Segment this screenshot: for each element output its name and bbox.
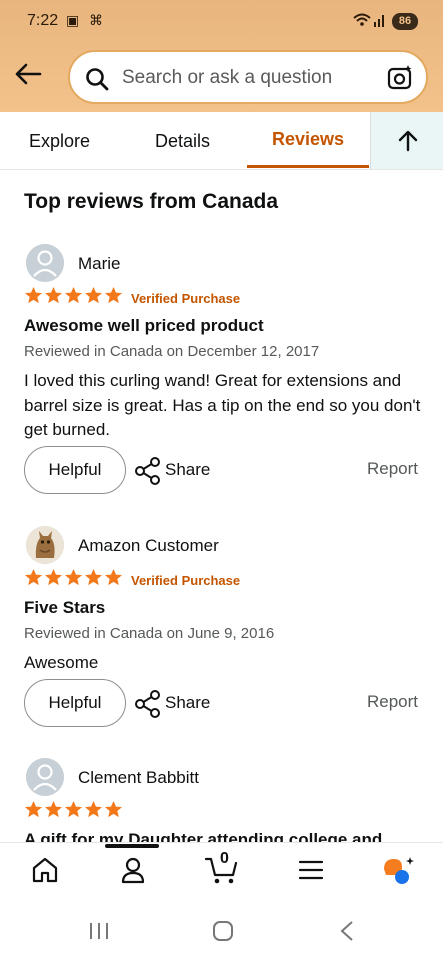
star-icon	[44, 800, 63, 818]
star-rating	[24, 286, 124, 308]
notification-icons: ▣ ⌘	[66, 12, 107, 28]
search-input[interactable]: Search or ask a question	[122, 67, 332, 89]
review-date: Reviewed in Canada on June 9, 2016	[24, 625, 275, 642]
camera-lens-icon[interactable]	[386, 64, 414, 97]
section-title: Top reviews from Canada	[24, 190, 279, 213]
scroll-to-top-button[interactable]	[370, 112, 443, 169]
header: 7:22 ▣ ⌘ 86 Search or ask a question	[0, 0, 443, 112]
active-tab-indicator	[247, 165, 369, 168]
wifi-signal-icon	[352, 12, 386, 31]
share-icon	[135, 690, 160, 718]
battery-indicator: 86	[392, 13, 418, 30]
tab-bar: Explore Details Reviews	[0, 112, 443, 170]
star-icon	[104, 286, 123, 304]
helpful-button[interactable]: Helpful	[24, 446, 126, 494]
share-label: Share	[165, 693, 211, 712]
report-link[interactable]: Report	[367, 459, 418, 479]
tab-details[interactable]: Details	[155, 131, 210, 152]
star-icon	[104, 800, 123, 818]
review-card: Clement Babbitt A gift for my Daughter a…	[0, 758, 443, 842]
verified-purchase-badge: Verified Purchase	[131, 573, 241, 588]
rufus-assistant-icon[interactable]	[380, 853, 416, 894]
review-body: I loved this curling wand! Great for ext…	[24, 371, 421, 439]
recent-apps-icon[interactable]	[88, 921, 110, 941]
star-icon	[64, 568, 83, 586]
cart-icon[interactable]: 0	[204, 850, 240, 892]
gesture-bar	[105, 844, 159, 848]
review-author[interactable]: Amazon Customer	[78, 536, 219, 556]
review-title[interactable]: Awesome well priced product	[24, 316, 264, 336]
star-icon	[24, 286, 43, 304]
star-icon	[84, 800, 103, 818]
back-system-icon[interactable]	[337, 919, 357, 943]
account-icon[interactable]	[118, 855, 148, 890]
status-time: 7:22	[27, 12, 59, 29]
star-icon	[24, 800, 43, 818]
tab-reviews[interactable]: Reviews	[272, 129, 344, 150]
review-title[interactable]: Five Stars	[24, 598, 105, 618]
avatar	[26, 244, 64, 282]
star-icon	[84, 568, 103, 586]
tab-explore[interactable]: Explore	[29, 131, 90, 152]
search-bar[interactable]: Search or ask a question	[68, 50, 428, 104]
search-icon	[84, 66, 110, 97]
back-arrow-icon[interactable]	[12, 58, 44, 90]
home-icon[interactable]	[30, 855, 60, 890]
star-icon	[84, 286, 103, 304]
review-author[interactable]: Marie	[78, 254, 121, 274]
star-icon	[44, 286, 63, 304]
review-title[interactable]: A gift for my Daughter attending college…	[24, 830, 382, 842]
bottom-navigation: 0	[0, 842, 443, 902]
report-link[interactable]: Report	[367, 692, 418, 712]
arrow-up-icon	[398, 130, 418, 152]
cart-count: 0	[220, 850, 229, 867]
avatar	[26, 758, 64, 796]
home-system-icon[interactable]	[211, 919, 235, 943]
avatar	[26, 526, 64, 564]
star-icon	[64, 286, 83, 304]
share-icon	[135, 457, 160, 485]
star-icon	[44, 568, 63, 586]
star-rating	[24, 800, 124, 822]
share-label: Share	[165, 460, 211, 479]
verified-purchase-badge: Verified Purchase	[131, 291, 241, 306]
review-author[interactable]: Clement Babbitt	[78, 768, 199, 788]
star-rating	[24, 568, 124, 590]
review-actions: Helpful Share Report	[0, 679, 443, 729]
review-date: Reviewed in Canada on December 12, 2017	[24, 343, 320, 360]
review-body: Awesome	[24, 653, 99, 672]
menu-icon[interactable]	[297, 855, 325, 890]
review-actions: Helpful Share Report	[0, 446, 443, 496]
status-bar: 7:22 ▣ ⌘ 86	[0, 0, 443, 44]
helpful-button[interactable]: Helpful	[24, 679, 126, 727]
star-icon	[104, 568, 123, 586]
star-icon	[64, 800, 83, 818]
system-navigation-bar	[0, 902, 443, 960]
star-icon	[24, 568, 43, 586]
